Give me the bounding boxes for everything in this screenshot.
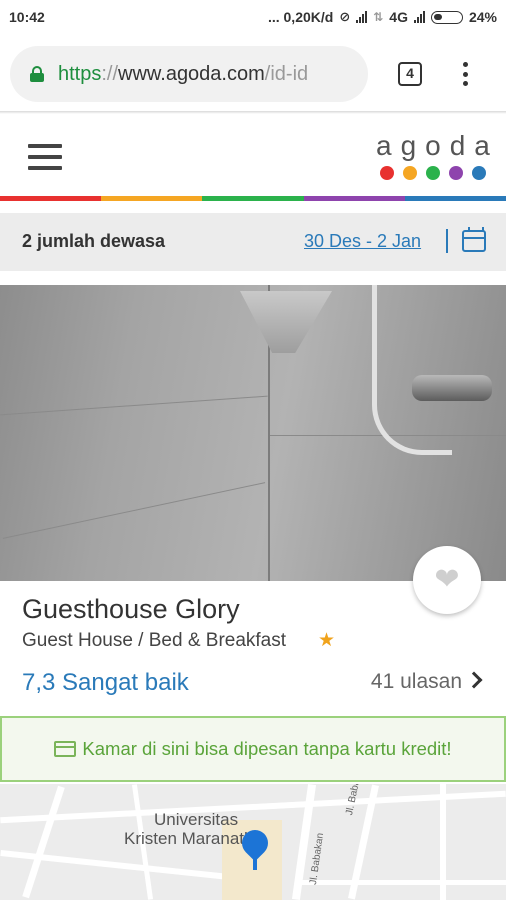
- property-type: Guest House / Bed & Breakfast: [22, 630, 287, 651]
- favorite-heart-button[interactable]: ❤: [413, 546, 481, 614]
- logo-dot: [403, 166, 417, 180]
- logo-dot: [426, 166, 440, 180]
- menu-icon[interactable]: [28, 144, 62, 170]
- logo-dot: [472, 166, 486, 180]
- agoda-logo[interactable]: agoda: [376, 132, 490, 180]
- url-path: /id-id: [264, 62, 309, 85]
- site-header: agoda: [0, 114, 506, 196]
- review-score[interactable]: 7,3 Sangat baik: [22, 669, 189, 697]
- star-icon: ★: [318, 630, 336, 651]
- network-speed: ... 0,20K/d: [267, 9, 334, 25]
- stripe-segment: [303, 196, 405, 201]
- guest-count[interactable]: 2 jumlah dewasa: [22, 231, 165, 252]
- tile-line: [2, 482, 266, 539]
- street-label: Jl. Babakan: [308, 832, 327, 886]
- brand-stripe: [0, 196, 506, 201]
- divider: [446, 229, 448, 253]
- stripe-segment: [101, 196, 203, 201]
- credit-card-icon: [54, 741, 77, 757]
- tab-switcher-button[interactable]: 4: [398, 62, 422, 86]
- data-arrows-icon: ⇅: [373, 10, 384, 24]
- date-range-link[interactable]: 30 Des - 2 Jan: [304, 231, 421, 252]
- logo-dot: [449, 166, 463, 180]
- signal-icon: [356, 11, 368, 23]
- status-bar: 10:42 ... 0,20K/d ⊘ ⇅ 4G 24%: [0, 0, 506, 36]
- corner-shelf: [240, 291, 332, 353]
- stripe-segment: [0, 196, 102, 201]
- map-road: [0, 790, 506, 824]
- signal-icon-2: [413, 11, 425, 23]
- review-count-link[interactable]: 41 ulasan: [371, 670, 462, 694]
- status-time: 10:42: [9, 9, 45, 25]
- battery-icon: [430, 10, 463, 24]
- logo-text: agoda: [376, 130, 499, 161]
- calendar-icon[interactable]: [462, 227, 486, 252]
- tile-line: [0, 395, 268, 416]
- logo-dot: [380, 166, 394, 180]
- logo-dots: [376, 166, 486, 180]
- landmark-label: Universitas: [154, 810, 239, 829]
- map-road: [300, 880, 506, 885]
- lock-icon: [30, 66, 44, 82]
- property-photo[interactable]: [0, 285, 506, 581]
- heart-icon: ❤: [434, 563, 460, 596]
- location-map[interactable]: Universitas Kristen Maranatha Jl. Babaka…: [0, 784, 506, 900]
- no-vibrate-icon: ⊘: [339, 9, 351, 24]
- shower-mixer: [412, 375, 492, 401]
- battery-level: 24%: [468, 9, 497, 25]
- banner-text: Kamar di sini bisa dipesan tanpa kartu k…: [82, 738, 452, 759]
- url-text[interactable]: https://www.agoda.com/id-id: [58, 63, 308, 86]
- url-host: www.agoda.com: [118, 62, 265, 85]
- shower-hose: [372, 285, 452, 455]
- browser-toolbar: https://www.agoda.com/id-id 4: [0, 36, 506, 112]
- more-menu-icon[interactable]: [462, 62, 468, 86]
- no-credit-card-banner: Kamar di sini bisa dipesan tanpa kartu k…: [0, 716, 506, 782]
- url-separator: ://: [101, 62, 119, 85]
- search-summary: 2 jumlah dewasa 30 Des - 2 Jan: [0, 213, 506, 271]
- stripe-segment: [404, 196, 506, 201]
- chevron-right-icon[interactable]: [465, 671, 483, 689]
- stripe-segment: [202, 196, 304, 201]
- network-type: 4G: [389, 9, 408, 25]
- url-bar[interactable]: https://www.agoda.com/id-id: [10, 46, 368, 102]
- url-scheme: https: [58, 62, 102, 85]
- property-name: Guesthouse Glory: [22, 594, 240, 624]
- status-icons: ... 0,20K/d ⊘ ⇅ 4G 24%: [268, 9, 497, 25]
- map-road: [22, 785, 65, 899]
